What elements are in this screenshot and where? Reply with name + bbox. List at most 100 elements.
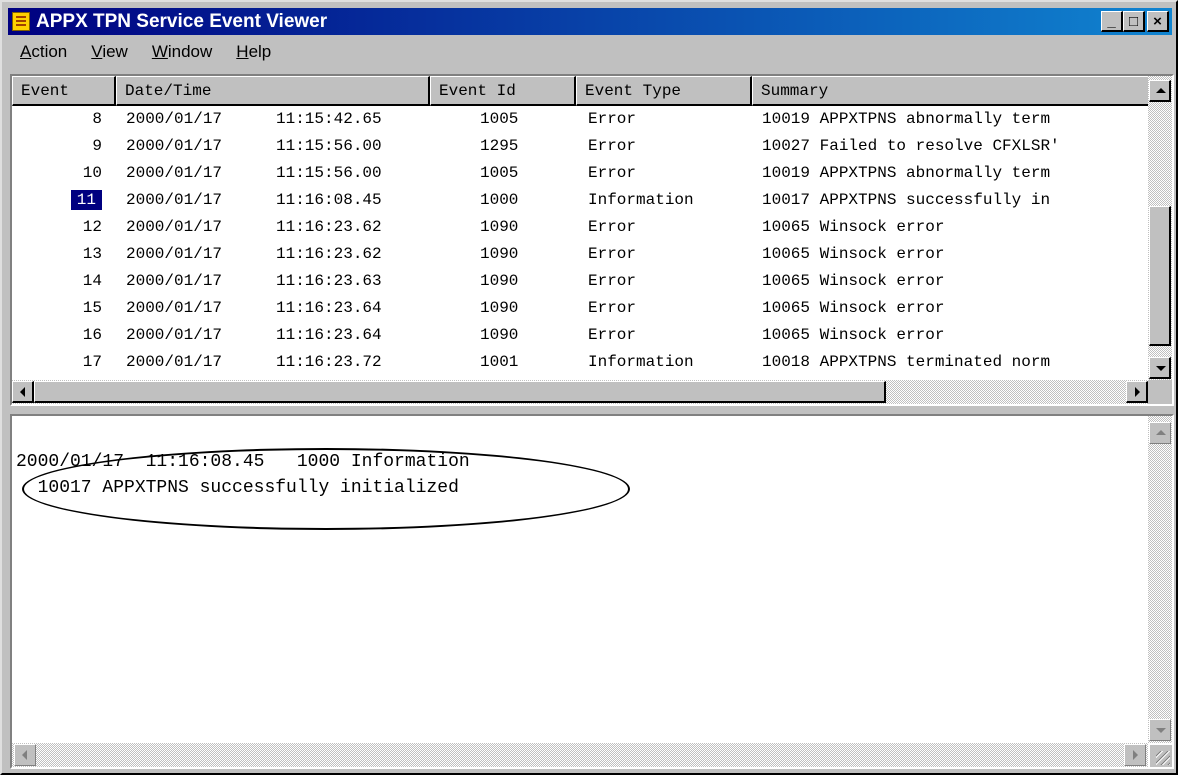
menu-action[interactable]: Action <box>8 42 79 62</box>
cell-event-id: 1005 <box>480 110 519 128</box>
event-detail-pane[interactable]: 2000/01/17 11:16:08.45 1000 Information … <box>10 414 1174 769</box>
cell-event-type: Information <box>588 353 694 371</box>
scroll-right-icon[interactable] <box>1126 381 1148 403</box>
cell-event-type: Error <box>588 110 637 128</box>
table-row[interactable]: 8 2000/01/17 11:15:42.65 1005 Error 1001… <box>12 106 1150 133</box>
cell-summary: 10019 APPXTPNS abnormally term <box>762 164 1051 182</box>
cell-summary: 10065 Winsock error <box>762 326 945 344</box>
table-row[interactable]: 15 2000/01/17 11:16:23.64 1090 Error 100… <box>12 295 1150 322</box>
table-row[interactable]: 14 2000/01/17 11:16:23.63 1090 Error 100… <box>12 268 1150 295</box>
cell-event: 11 <box>12 187 116 214</box>
cell-date: 2000/01/17 <box>126 218 223 236</box>
cell-time: 11:16:23.64 <box>276 326 382 344</box>
cell-time: 11:15:56.00 <box>276 137 382 155</box>
cell-summary: 10065 Winsock error <box>762 245 945 263</box>
window-controls: _ □ × <box>1101 11 1169 32</box>
cell-event-id: 1090 <box>480 326 519 344</box>
selected-event-number: 11 <box>69 189 104 211</box>
maximize-icon: □ <box>1128 13 1139 30</box>
column-header-event[interactable]: Event <box>12 76 116 106</box>
cell-date: 2000/01/17 <box>126 191 223 209</box>
vertical-scroll-thumb[interactable] <box>1149 206 1171 346</box>
column-header-row: Event Date/Time Event Id Event Type Summ… <box>12 76 1150 106</box>
cell-time: 11:16:08.45 <box>276 191 382 209</box>
table-row[interactable]: 17 2000/01/17 11:16:23.72 1001 Informati… <box>12 349 1150 376</box>
window-title: APPX TPN Service Event Viewer <box>36 11 328 32</box>
cell-time: 11:15:56.00 <box>276 164 382 182</box>
minimize-button[interactable]: _ <box>1101 11 1123 32</box>
scroll-down-icon[interactable] <box>1149 357 1171 379</box>
cell-date: 2000/01/17 <box>126 164 223 182</box>
cell-event: 9 <box>92 137 102 155</box>
list-vertical-scrollbar[interactable] <box>1148 76 1172 380</box>
cell-event-type: Error <box>588 299 637 317</box>
detail-vertical-scrollbar[interactable] <box>1148 416 1172 743</box>
scroll-down-icon[interactable] <box>1149 719 1171 741</box>
cell-event-id: 1001 <box>480 353 519 371</box>
menu-help[interactable]: Help <box>224 42 283 62</box>
cell-summary: 10018 APPXTPNS terminated norm <box>762 353 1051 371</box>
cell-event-id: 1005 <box>480 164 519 182</box>
cell-event-id: 1090 <box>480 218 519 236</box>
maximize-button[interactable]: □ <box>1123 11 1145 32</box>
menu-view[interactable]: View <box>79 42 140 62</box>
detail-horizontal-scrollbar[interactable] <box>12 743 1148 767</box>
cell-event-type: Error <box>588 164 637 182</box>
scroll-left-icon[interactable] <box>14 744 36 766</box>
cell-event: 13 <box>82 245 102 263</box>
horizontal-scroll-thumb[interactable] <box>34 381 886 403</box>
column-header-event-id[interactable]: Event Id <box>430 76 576 106</box>
pane-splitter[interactable] <box>8 406 1174 414</box>
cell-date: 2000/01/17 <box>126 137 223 155</box>
menu-bar: Action View Window Help <box>8 37 1172 67</box>
table-row[interactable]: 12 2000/01/17 11:16:23.62 1090 Error 100… <box>12 214 1150 241</box>
cell-event: 8 <box>92 110 102 128</box>
table-row[interactable]: 16 2000/01/17 11:16:23.64 1090 Error 100… <box>12 322 1150 349</box>
scroll-up-icon[interactable] <box>1149 422 1171 444</box>
close-button[interactable]: × <box>1147 11 1169 32</box>
table-row[interactable]: 9 2000/01/17 11:15:56.00 1295 Error 1002… <box>12 133 1150 160</box>
cell-time: 11:16:23.62 <box>276 245 382 263</box>
cell-event-id: 1090 <box>480 245 519 263</box>
column-header-summary[interactable]: Summary <box>752 76 1150 106</box>
table-row[interactable]: 13 2000/01/17 11:16:23.62 1090 Error 100… <box>12 241 1150 268</box>
cell-event: 10 <box>82 164 102 182</box>
cell-event-type: Error <box>588 218 637 236</box>
cell-event: 12 <box>82 218 102 236</box>
scroll-up-icon[interactable] <box>1149 80 1171 102</box>
cell-event-type: Error <box>588 245 637 263</box>
column-header-event-type[interactable]: Event Type <box>576 76 752 106</box>
cell-date: 2000/01/17 <box>126 353 223 371</box>
cell-date: 2000/01/17 <box>126 299 223 317</box>
app-icon[interactable] <box>12 12 30 31</box>
cell-date: 2000/01/17 <box>126 245 223 263</box>
cell-time: 11:16:23.64 <box>276 299 382 317</box>
cell-summary: 10065 Winsock error <box>762 218 945 236</box>
app-window: APPX TPN Service Event Viewer _ □ × Acti… <box>0 0 1178 775</box>
scroll-corner <box>1148 380 1172 404</box>
column-header-datetime[interactable]: Date/Time <box>116 76 430 106</box>
cell-date: 2000/01/17 <box>126 326 223 344</box>
scroll-right-icon[interactable] <box>1124 744 1146 766</box>
cell-event-id: 1000 <box>480 191 519 209</box>
event-list[interactable]: Event Date/Time Event Id Event Type Summ… <box>10 74 1174 406</box>
cell-date: 2000/01/17 <box>126 110 223 128</box>
close-icon: × <box>1153 13 1162 30</box>
table-row[interactable]: 10 2000/01/17 11:15:56.00 1005 Error 100… <box>12 160 1150 187</box>
cell-event-id: 1090 <box>480 272 519 290</box>
minimize-icon: _ <box>1107 13 1116 30</box>
cell-event: 15 <box>82 299 102 317</box>
cell-event: 16 <box>82 326 102 344</box>
title-bar[interactable]: APPX TPN Service Event Viewer _ □ × <box>8 8 1172 35</box>
cell-time: 11:15:42.65 <box>276 110 382 128</box>
cell-date: 2000/01/17 <box>126 272 223 290</box>
cell-event-id: 1295 <box>480 137 519 155</box>
menu-window[interactable]: Window <box>140 42 224 62</box>
cell-summary: 10017 APPXTPNS successfully in <box>762 191 1051 209</box>
scroll-left-icon[interactable] <box>12 381 34 403</box>
list-horizontal-scrollbar[interactable] <box>12 380 1148 404</box>
cell-time: 11:16:23.63 <box>276 272 382 290</box>
resize-grip-icon[interactable] <box>1150 745 1172 767</box>
cell-summary: 10019 APPXTPNS abnormally term <box>762 110 1051 128</box>
table-row-selected[interactable]: 11 2000/01/17 11:16:08.45 1000 Informati… <box>12 187 1150 214</box>
